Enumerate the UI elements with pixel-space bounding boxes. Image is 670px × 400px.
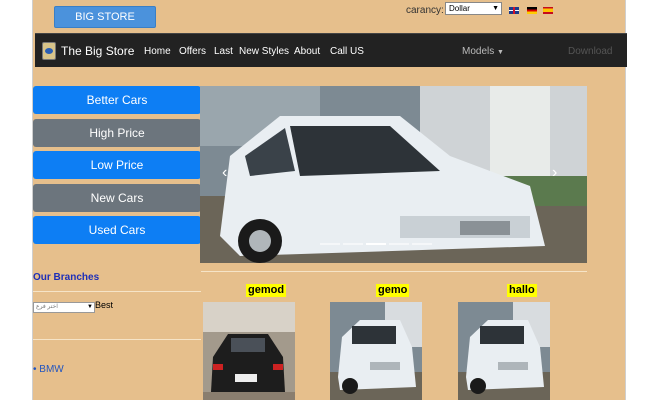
branch-select-value: اختر فرع: [36, 304, 58, 310]
caret-down-icon: ▼: [497, 49, 504, 56]
spanish-flag-icon[interactable]: [543, 7, 553, 14]
nav-item-about[interactable]: About: [294, 46, 320, 57]
silver-car-image: [458, 302, 550, 400]
store-logo-icon[interactable]: [42, 42, 56, 60]
nav-brand-title[interactable]: The Big Store: [61, 44, 134, 58]
brand-item-bmw[interactable]: • BMW: [33, 364, 64, 375]
carousel-indicators: [320, 243, 432, 245]
nav-download[interactable]: Download: [568, 46, 612, 57]
low-price-button[interactable]: Low Price: [33, 151, 201, 179]
currency-value: Dollar: [449, 4, 470, 13]
product-image[interactable]: [458, 302, 550, 400]
chevron-right-icon[interactable]: ›: [552, 164, 557, 182]
chevron-left-icon[interactable]: ‹: [222, 164, 227, 182]
dropdown-arrow-icon: ▼: [492, 5, 499, 12]
models-label: Models: [462, 46, 495, 57]
dropdown-arrow-icon: ▼: [87, 304, 93, 310]
big-store-button[interactable]: BIG STORE: [54, 6, 156, 28]
silver-car-image: [330, 302, 422, 400]
currency-label: carancy:: [406, 5, 444, 16]
carousel-indicator[interactable]: [366, 243, 386, 245]
better-cars-button[interactable]: Better Cars: [33, 86, 201, 114]
navbar: The Big Store Home Offers Last New Style…: [35, 33, 627, 67]
nav-item-offers[interactable]: Offers: [179, 46, 206, 57]
brand-list: • BMW: [33, 364, 64, 375]
nav-item-call-us[interactable]: Call US: [330, 46, 364, 57]
high-price-button[interactable]: High Price: [33, 119, 201, 147]
currency-select[interactable]: Dollar ▼: [445, 2, 502, 15]
product-image[interactable]: [330, 302, 422, 400]
nav-models-dropdown[interactable]: Models ▼: [462, 46, 504, 57]
nav-item-new-styles[interactable]: New Styles: [239, 46, 289, 57]
divider: [33, 339, 201, 340]
product-label[interactable]: gemod: [246, 284, 287, 297]
used-cars-button[interactable]: Used Cars: [33, 216, 201, 244]
image-carousel[interactable]: ‹ ›: [200, 86, 587, 263]
carousel-indicator[interactable]: [389, 243, 409, 245]
carousel-indicator[interactable]: [412, 243, 432, 245]
page: BIG STORE carancy: Dollar ▼ The Big Stor…: [32, 0, 627, 400]
product-image[interactable]: [203, 302, 295, 400]
divider: [201, 271, 587, 272]
brand-link[interactable]: BMW: [39, 364, 63, 375]
black-car-image: [203, 302, 295, 400]
product-label[interactable]: gemo: [376, 284, 410, 297]
branch-select[interactable]: اختر فرع ▼: [33, 302, 95, 313]
new-cars-button[interactable]: New Cars: [33, 184, 201, 212]
top-bar: BIG STORE carancy: Dollar ▼: [33, 0, 627, 33]
divider: [33, 291, 201, 292]
best-label: Best: [95, 300, 114, 310]
nav-item-home[interactable]: Home: [144, 46, 171, 57]
nav-item-last[interactable]: Last: [214, 46, 233, 57]
german-flag-icon[interactable]: [527, 7, 537, 14]
english-flag-icon[interactable]: [509, 7, 519, 14]
carousel-indicator[interactable]: [343, 243, 363, 245]
carousel-car-image: [200, 86, 587, 263]
branches-title: Our Branches: [33, 272, 100, 283]
product-label[interactable]: hallo: [507, 284, 537, 297]
carousel-indicator[interactable]: [320, 243, 340, 245]
